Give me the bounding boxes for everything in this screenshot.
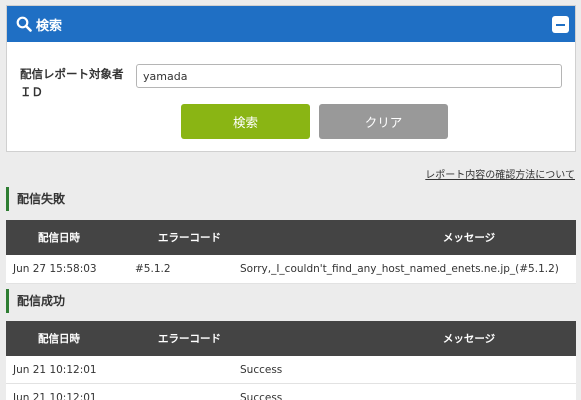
- cell-message: Sorry,_I_couldn't_find_any_host_named_en…: [240, 263, 559, 275]
- column-header-message: メッセージ: [442, 232, 496, 244]
- recipient-id-label-line1: 配信レポート対象者: [20, 67, 124, 81]
- search-icon: [16, 16, 32, 32]
- cell-error-code: #5.1.2: [135, 263, 171, 275]
- success-table-header: 配信日時 エラーコード メッセージ: [6, 321, 576, 356]
- search-panel-title: 検索: [36, 18, 63, 34]
- search-panel-header: 検索: [7, 6, 575, 42]
- cell-message: Success: [240, 363, 283, 376]
- success-table: 配信日時 エラーコード メッセージ Jun 21 10:12:01 Succes…: [6, 321, 576, 400]
- recipient-id-input[interactable]: [136, 64, 562, 88]
- search-panel: 検索 配信レポート対象者 ＩＤ 検索 クリア: [6, 5, 576, 152]
- column-header-error-code: エラーコード: [158, 333, 221, 345]
- cell-date: Jun 27 15:58:03: [13, 263, 97, 275]
- cell-message: Success: [240, 391, 283, 400]
- table-row: Jun 21 10:12:01 Success: [6, 384, 576, 400]
- column-header-date: 配信日時: [38, 333, 80, 345]
- failed-table: 配信日時 エラーコード メッセージ Jun 27 15:58:03 #5.1.2…: [6, 220, 576, 284]
- search-button[interactable]: 検索: [181, 104, 310, 139]
- collapse-button[interactable]: [552, 16, 569, 33]
- column-header-date: 配信日時: [38, 232, 80, 244]
- minus-icon: [556, 23, 565, 26]
- recipient-id-label-line2: ＩＤ: [20, 85, 43, 99]
- recipient-id-label: 配信レポート対象者 ＩＤ: [20, 65, 130, 101]
- table-row: Jun 21 10:12:01 Success: [6, 356, 576, 384]
- success-section-title: 配信成功: [6, 289, 65, 313]
- column-header-error-code: エラーコード: [158, 232, 221, 244]
- column-header-message: メッセージ: [442, 333, 496, 345]
- cell-date: Jun 21 10:12:01: [13, 391, 97, 400]
- table-row: Jun 27 15:58:03 #5.1.2 Sorry,_I_couldn't…: [6, 255, 576, 284]
- failed-section-title: 配信失敗: [6, 187, 65, 211]
- report-help-link[interactable]: レポート内容の確認方法について: [425, 166, 575, 181]
- failed-table-header: 配信日時 エラーコード メッセージ: [6, 220, 576, 255]
- cell-date: Jun 21 10:12:01: [13, 363, 97, 376]
- clear-button[interactable]: クリア: [319, 104, 448, 139]
